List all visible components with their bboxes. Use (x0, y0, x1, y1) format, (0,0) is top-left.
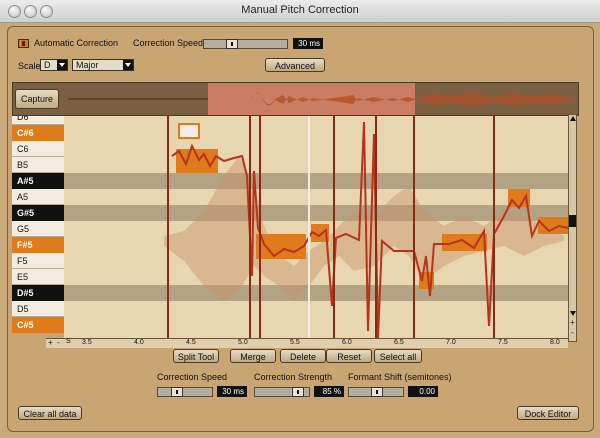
param-value: 30 ms (217, 386, 247, 397)
scroll-up-icon[interactable] (570, 116, 576, 121)
scale-mode-select[interactable]: Major (72, 59, 134, 71)
piano-key[interactable]: B5 (12, 157, 64, 173)
pitch-lane[interactable] (64, 205, 568, 221)
time-tick-label: 7.0 (446, 339, 456, 346)
pitch-lane[interactable] (64, 301, 568, 317)
pitch-note-blob[interactable] (176, 149, 218, 173)
time-tick-label: 6.5 (394, 339, 404, 346)
merge-button[interactable]: Merge (230, 349, 276, 363)
piano-key[interactable]: D6 (12, 116, 64, 125)
time-tick-label: 4.5 (186, 339, 196, 346)
time-tick-label: 4.0 (134, 339, 144, 346)
piano-key[interactable]: D5 (12, 301, 64, 317)
time-unit-button[interactable]: S (66, 338, 71, 345)
pitch-lane[interactable] (64, 141, 568, 157)
param-value: 0.00 (408, 386, 438, 397)
pitch-lane[interactable] (64, 157, 568, 173)
dock-editor-button[interactable]: Dock Editor (517, 406, 579, 420)
automatic-correction-label: Automatic Correction (34, 38, 119, 48)
param-value: 85 % (314, 386, 344, 397)
time-tick-label: 8.0 (550, 339, 560, 346)
pitch-grid-canvas[interactable] (64, 116, 568, 338)
slider-knob[interactable] (371, 387, 383, 397)
correction-speed-slider[interactable] (203, 39, 288, 49)
slider-knob[interactable] (226, 39, 238, 49)
time-ruler[interactable]: + - S 3.5 4.0 4.5 5.0 5.5 6.0 6.5 7.0 7.5 8.0 (46, 338, 568, 348)
time-tick-label: 5.0 (238, 339, 248, 346)
overview-wave (417, 92, 573, 107)
pitch-lane[interactable] (64, 116, 568, 125)
piano-key[interactable]: F#5 (12, 237, 64, 253)
capture-button[interactable]: Capture (15, 89, 59, 109)
pitch-editor-grid[interactable] (64, 116, 568, 338)
correction-speed-label: Correction Speed (133, 38, 204, 48)
select-all-button[interactable]: Select all (374, 349, 422, 363)
piano-key[interactable]: F5 (12, 253, 64, 269)
piano-key[interactable]: C6 (12, 141, 64, 157)
time-tick-label: 7.5 (498, 339, 508, 346)
param-slider[interactable] (157, 387, 213, 397)
param-label: Formant Shift (semitones) (348, 372, 452, 382)
param-label: Correction Speed (157, 372, 228, 382)
scroll-down-icon[interactable] (570, 311, 576, 316)
overview-waveform (68, 83, 573, 115)
pitch-note-blob[interactable] (256, 234, 306, 259)
delete-button[interactable]: Delete (280, 349, 326, 363)
slider-knob[interactable] (171, 387, 183, 397)
plugin-window: Manual Pitch Correction Automatic Correc… (0, 0, 600, 438)
time-zoom-in-button[interactable]: + (48, 338, 53, 347)
advanced-button[interactable]: Advanced (265, 58, 325, 72)
piano-key[interactable]: G5 (12, 221, 64, 237)
piano-key[interactable]: A#5 (12, 173, 64, 189)
time-tick-label: 3.5 (82, 339, 92, 346)
piano-key[interactable]: G#5 (12, 205, 64, 221)
pitch-lane[interactable] (64, 125, 568, 141)
scale-label: Scale (18, 61, 41, 71)
clear-all-data-button[interactable]: Clear all data (18, 406, 82, 420)
vertical-scrollbar[interactable]: + - (568, 114, 577, 342)
param-label: Correction Strength (254, 372, 333, 382)
chevron-down-icon (57, 60, 67, 70)
time-tick-label: 6.0 (342, 339, 352, 346)
scale-key-select[interactable]: D (40, 59, 68, 71)
overview-silence (68, 98, 208, 100)
scale-key-value: D (44, 60, 51, 70)
piano-key[interactable]: C#5 (12, 317, 64, 333)
automatic-correction-checkbox[interactable] (18, 39, 29, 48)
piano-key[interactable]: A5 (12, 189, 64, 205)
pitch-lane[interactable] (64, 173, 568, 189)
piano-key[interactable]: C#6 (12, 125, 64, 141)
time-tick-label: 5.5 (290, 339, 300, 346)
param-slider[interactable] (348, 387, 404, 397)
pitch-note-selected[interactable] (178, 123, 200, 139)
piano-key[interactable]: D#5 (12, 285, 64, 301)
param-slider[interactable] (254, 387, 310, 397)
title-bar: Manual Pitch Correction (0, 0, 600, 23)
time-zoom-out-button[interactable]: - (57, 338, 60, 347)
piano-keyboard: D6 C#6 C6 B5 A#5 A5 G#5 G5 F#5 F5 E5 D#5 D5 C#5 (12, 116, 64, 338)
reset-button[interactable]: Reset (326, 349, 372, 363)
waveform-overview[interactable]: Capture (12, 82, 579, 116)
split-tool-button[interactable]: Split Tool (173, 349, 219, 363)
checkbox-mark-icon (22, 41, 25, 46)
window-title: Manual Pitch Correction (241, 4, 359, 16)
zoom-out-icon[interactable]: - (569, 329, 576, 337)
piano-key[interactable]: E5 (12, 269, 64, 285)
pitch-lane[interactable] (64, 285, 568, 301)
correction-speed-value: 30 ms (293, 38, 323, 49)
zoom-in-icon[interactable]: + (569, 319, 576, 327)
pitch-lane[interactable] (64, 317, 568, 333)
slider-knob[interactable] (292, 387, 304, 397)
chevron-down-icon (123, 60, 133, 70)
pitch-lane[interactable] (64, 189, 568, 205)
scroll-thumb[interactable] (569, 215, 576, 227)
scale-mode-value: Major (76, 60, 99, 70)
